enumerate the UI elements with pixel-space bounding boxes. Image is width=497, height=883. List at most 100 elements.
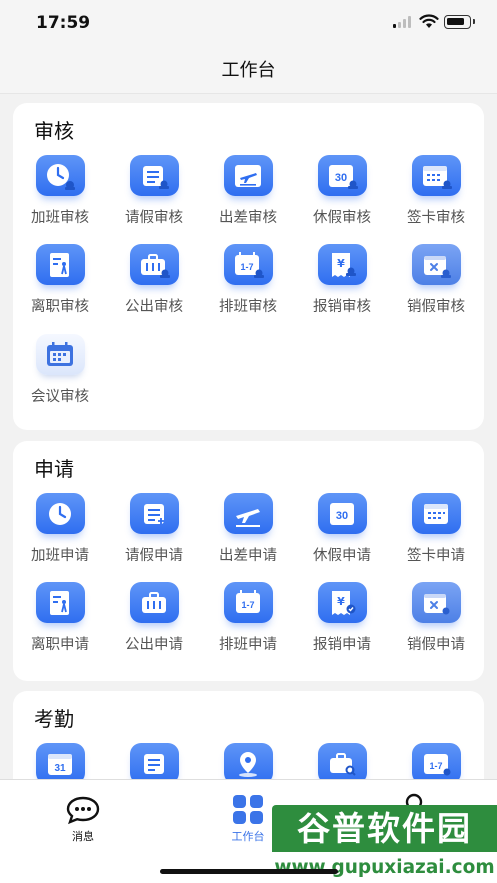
- svg-text:30: 30: [336, 510, 348, 522]
- workbench-grid-icon: [233, 795, 263, 824]
- watermark-url: www.gupuxiazai.com: [272, 852, 497, 883]
- calendar-30-icon: 30: [317, 493, 367, 534]
- overtime-clock-icon: [35, 155, 85, 196]
- meeting-review-item[interactable]: 会议审核: [13, 334, 107, 406]
- official-outing-review-item[interactable]: 公出审核: [107, 244, 201, 316]
- leave-form-icon: [129, 493, 179, 534]
- svg-text:1-7: 1-7: [429, 761, 442, 771]
- calendar-30-icon: 30: [317, 155, 367, 196]
- sign-card-apply-item[interactable]: 签卡申请: [389, 493, 483, 565]
- watermark-brand: 谷普软件园: [272, 805, 497, 852]
- shift-schedule-review-item[interactable]: 1-7 排班审核: [201, 244, 295, 316]
- svg-text:1-7: 1-7: [241, 600, 254, 610]
- tab-messages[interactable]: 消息: [33, 795, 133, 844]
- item-label: 签卡申请: [407, 548, 465, 564]
- apply-section-title: 申请: [34, 459, 74, 481]
- item-label: 排班申请: [219, 637, 277, 653]
- svg-text:30: 30: [335, 172, 347, 184]
- cellular-signal-icon: [393, 16, 413, 28]
- leave-cancel-review-item[interactable]: 销假审核: [389, 244, 483, 316]
- item-label: 加班审核: [31, 210, 89, 226]
- item-label: 排班审核: [219, 299, 277, 315]
- status-time: 17:59: [36, 13, 91, 33]
- battery-icon: [444, 15, 475, 29]
- briefcase-icon: [129, 244, 179, 285]
- attendance-search-item[interactable]: [295, 743, 389, 784]
- vacation-apply-item[interactable]: 30 休假申请: [295, 493, 389, 565]
- item-label: 请假审核: [125, 210, 183, 226]
- review-section-card: 审核 加班审核 请假审核 出差审核 30 休假审核 签卡审核 离职审核 公出审核…: [13, 103, 484, 430]
- item-label: 报销申请: [313, 637, 371, 653]
- svg-text:¥: ¥: [337, 595, 345, 608]
- map-pin-icon: [223, 743, 273, 784]
- home-indicator: [160, 869, 338, 874]
- calendar-week-icon: 1-7: [411, 743, 461, 784]
- shift-schedule-apply-item[interactable]: 1-7 排班申请: [201, 582, 295, 654]
- item-label: 出差审核: [219, 210, 277, 226]
- svg-text:¥: ¥: [337, 257, 345, 270]
- business-trip-review-item[interactable]: 出差审核: [201, 155, 295, 227]
- svg-text:1-7: 1-7: [240, 262, 253, 272]
- calendar-week-icon: 1-7: [223, 582, 273, 623]
- item-label: 请假申请: [125, 548, 183, 564]
- item-label: 出差申请: [219, 548, 277, 564]
- leave-review-item[interactable]: 请假审核: [107, 155, 201, 227]
- business-trip-apply-item[interactable]: 出差申请: [201, 493, 295, 565]
- attendance-location-item[interactable]: [201, 743, 295, 784]
- apply-section-card: 申请 加班申请 请假申请 出差申请 30 休假申请 签卡申请 离职申请 公出申请…: [13, 441, 484, 681]
- status-bar: 17:59: [0, 0, 497, 46]
- receipt-yen-icon: ¥: [317, 244, 367, 285]
- reimbursement-review-item[interactable]: ¥ 报销审核: [295, 244, 389, 316]
- calendar-grid-icon: [411, 155, 461, 196]
- navigation-bar: 工作台: [0, 46, 497, 94]
- attendance-schedule-item[interactable]: 1-7: [389, 743, 483, 784]
- calendar-cancel-icon: [411, 582, 461, 623]
- review-section-title: 审核: [34, 121, 74, 143]
- briefcase-search-icon: [317, 743, 367, 784]
- overtime-review-item[interactable]: 加班审核: [13, 155, 107, 227]
- airplane-icon: [223, 493, 273, 534]
- svg-text:31: 31: [54, 763, 66, 774]
- item-label: 销假审核: [407, 299, 465, 315]
- calendar-cancel-icon: [411, 244, 461, 285]
- chat-bubble-icon: [66, 796, 100, 825]
- calendar-31-icon: 31: [35, 743, 85, 784]
- calendar-week-icon: 1-7: [223, 244, 273, 285]
- overtime-clock-icon: [35, 493, 85, 534]
- form-icon: [129, 743, 179, 784]
- attendance-form-item[interactable]: [107, 743, 201, 784]
- resignation-review-item[interactable]: 离职审核: [13, 244, 107, 316]
- tab-label: 消息: [72, 831, 94, 843]
- sign-card-review-item[interactable]: 签卡审核: [389, 155, 483, 227]
- attendance-calendar-item[interactable]: 31: [13, 743, 107, 784]
- item-label: 休假申请: [313, 548, 371, 564]
- wifi-icon: [419, 14, 439, 28]
- vacation-review-item[interactable]: 30 休假审核: [295, 155, 389, 227]
- item-label: 会议审核: [31, 389, 89, 405]
- item-label: 公出申请: [125, 637, 183, 653]
- meeting-calendar-icon: [35, 334, 85, 375]
- item-label: 加班申请: [31, 548, 89, 564]
- resignation-apply-item[interactable]: 离职申请: [13, 582, 107, 654]
- airplane-icon: [223, 155, 273, 196]
- resignation-doc-icon: [35, 582, 85, 623]
- item-label: 签卡审核: [407, 210, 465, 226]
- overtime-apply-item[interactable]: 加班申请: [13, 493, 107, 565]
- resignation-doc-icon: [35, 244, 85, 285]
- reimbursement-apply-item[interactable]: ¥ 报销申请: [295, 582, 389, 654]
- item-label: 休假审核: [313, 210, 371, 226]
- item-label: 销假申请: [407, 637, 465, 653]
- item-label: 报销审核: [313, 299, 371, 315]
- item-label: 离职审核: [31, 299, 89, 315]
- calendar-grid-icon: [411, 493, 461, 534]
- official-outing-apply-item[interactable]: 公出申请: [107, 582, 201, 654]
- leave-cancel-apply-item[interactable]: 销假申请: [389, 582, 483, 654]
- leave-form-icon: [129, 155, 179, 196]
- page-title: 工作台: [221, 60, 276, 80]
- receipt-yen-icon: ¥: [317, 582, 367, 623]
- briefcase-icon: [129, 582, 179, 623]
- item-label: 公出审核: [125, 299, 183, 315]
- attendance-section-title: 考勤: [34, 709, 74, 731]
- item-label: 离职申请: [31, 637, 89, 653]
- leave-apply-item[interactable]: 请假申请: [107, 493, 201, 565]
